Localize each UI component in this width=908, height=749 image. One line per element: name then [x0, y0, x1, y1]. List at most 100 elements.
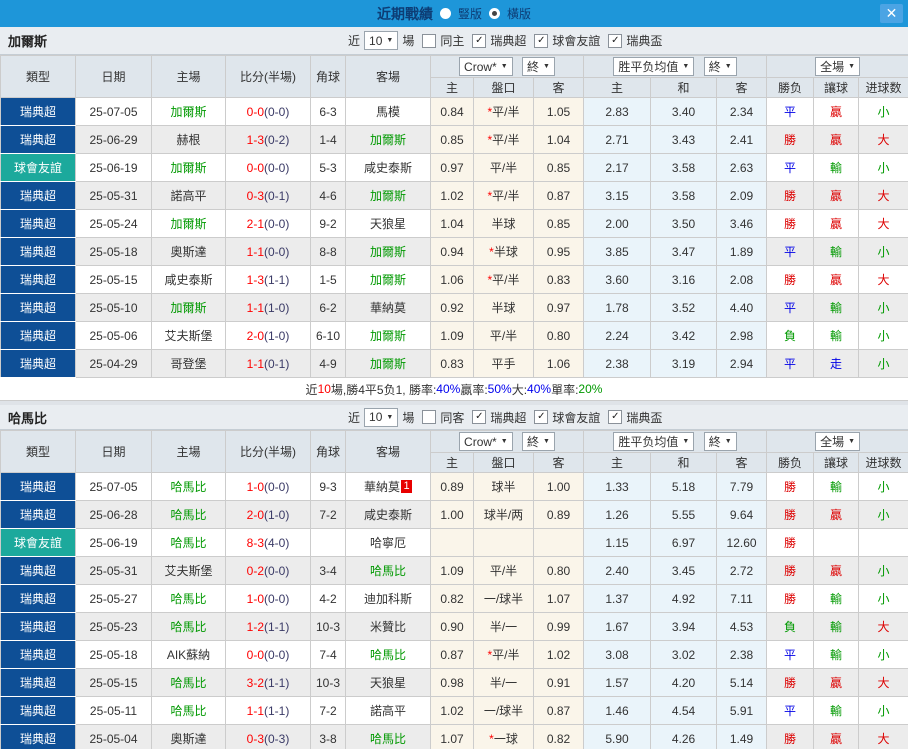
handicap-result-cell: 贏	[813, 668, 860, 697]
date-cell: 25-05-31	[75, 556, 152, 585]
avg-win-cell: 2.38	[583, 349, 652, 378]
odds-source-dropdown[interactable]: Crow* ▼	[459, 57, 513, 77]
avg-win-cell: 2.00	[583, 209, 652, 238]
handicap-value: 平/半	[489, 564, 518, 578]
match-count-value: 10	[369, 33, 383, 48]
scope-dropdown[interactable]: 全場 ▼	[815, 57, 861, 76]
goals-result-cell: 小	[858, 293, 908, 322]
odds-time-dropdown[interactable]: 終 ▼	[522, 56, 555, 76]
avg-lose-cell: 2.41	[716, 125, 768, 154]
same-venue-checkbox[interactable]	[422, 33, 437, 48]
halftime-score: (0-0)	[264, 563, 290, 578]
league-filter-checkbox[interactable]: ✓	[472, 33, 487, 48]
league-type-cell: 瑞典超	[0, 556, 76, 585]
col-date: 日期	[75, 55, 152, 98]
goals-result-cell-value: 大	[877, 676, 890, 690]
fulltime-score: 1-0	[246, 479, 264, 494]
result-cell: 勝	[766, 668, 815, 697]
result-cell: 負	[766, 321, 815, 350]
layout-horizontal-radio[interactable]	[489, 8, 500, 19]
col-score: 比分(半場)	[225, 430, 311, 473]
goals-result-cell: 大	[858, 612, 908, 641]
handicap-result-cell-value: 贏	[830, 189, 843, 203]
matches-table: 類型 日期 主場 比分(半場) 角球 客場 Crow* ▼ 終 ▼ 胜平负均值 ▼ 終…	[0, 430, 908, 749]
result-cell-value: 平	[784, 704, 797, 718]
match-count-select[interactable]: 10 ▼	[364, 31, 399, 50]
handicap-value: 平/半	[492, 648, 520, 662]
home-odds-cell: 0.82	[430, 584, 474, 613]
table-row: 瑞典超 25-05-10 加爾斯 1-1(1-0) 6-2 華納莫 0.92 半球 0.97 1.…	[0, 293, 908, 322]
table-row: 瑞典超 25-05-06 艾夫斯堡 2-0(1-0) 6-10 加爾斯 1.09 平/半 0.8…	[0, 321, 908, 350]
avg-win-cell: 1.15	[583, 528, 652, 557]
handicap-result-cell-value: 輸	[830, 592, 843, 606]
league-filter-checkbox[interactable]: ✓	[534, 33, 549, 48]
col-avg-win: 主	[583, 77, 652, 98]
score-cell: 1-3(1-1)	[225, 265, 311, 294]
home-team-name: 咸史泰斯	[164, 273, 213, 287]
scope-group-header: 全場 ▼	[766, 430, 908, 453]
col-odds-home: 主	[430, 77, 474, 98]
league-filter-checkbox[interactable]: ✓	[608, 410, 623, 424]
away-team-name: 米贊比	[369, 620, 406, 634]
odds-time-dropdown[interactable]: 終 ▼	[522, 431, 555, 451]
odds-source-dropdown[interactable]: Crow* ▼	[459, 432, 513, 452]
recent-label: 近	[348, 34, 361, 48]
scope-dropdown[interactable]: 全場 ▼	[815, 432, 861, 451]
layout-horizontal-label[interactable]: 橫版	[507, 5, 531, 22]
handicap-result-cell: 輸	[813, 696, 860, 725]
away-team-name: 迪加科斯	[363, 592, 412, 606]
date-cell: 25-05-06	[75, 321, 152, 350]
same-venue-checkbox[interactable]	[422, 410, 437, 424]
goals-result-cell-value: 大	[877, 273, 890, 287]
handicap-result-cell: 贏	[813, 181, 860, 210]
avg-draw-cell: 4.26	[650, 724, 718, 749]
away-team-name: 加爾斯	[369, 329, 406, 343]
avg-draw-cell: 3.19	[650, 349, 718, 378]
corners-cell: 4-6	[310, 181, 346, 210]
fulltime-score: 3-2	[246, 675, 264, 690]
home-odds-cell: 1.06	[430, 265, 474, 294]
league-type-cell: 瑞典超	[0, 724, 76, 749]
away-odds-cell: 0.97	[532, 293, 585, 322]
home-team-name: 哈馬比	[170, 620, 207, 634]
goals-result-cell-value: 大	[877, 732, 890, 746]
score-cell: 8-3(4-0)	[225, 528, 311, 557]
summary-segment: 近	[305, 382, 318, 397]
avg-type-value: 胜平负均值	[618, 60, 679, 74]
home-odds-cell: 0.98	[430, 668, 474, 697]
away-team-name: 哈馬比	[369, 648, 406, 662]
score-cell: 2-1(0-0)	[225, 209, 311, 238]
result-cell-value: 勝	[784, 592, 797, 606]
handicap-result-cell: 輸	[813, 640, 860, 669]
avg-type-dropdown[interactable]: 胜平负均值 ▼	[613, 432, 695, 451]
close-icon[interactable]: ✕	[880, 4, 903, 23]
home-team-name: 奧斯達	[170, 732, 207, 746]
home-team-cell: 哥登堡	[151, 349, 226, 378]
avg-win-cell: 5.90	[583, 724, 652, 749]
goals-result-cell: 小	[858, 500, 908, 529]
layout-vertical-label[interactable]: 豎版	[458, 5, 482, 22]
layout-vertical-radio[interactable]	[439, 8, 451, 19]
table-row: 瑞典超 25-05-15 咸史泰斯 1-3(1-1) 1-5 加爾斯 1.06 *平/半 0.8…	[0, 265, 908, 294]
away-odds-cell: 0.82	[532, 724, 585, 749]
away-team-cell: 哈寧厄	[345, 528, 431, 557]
goals-result-cell-value: 小	[877, 704, 890, 718]
match-count-select[interactable]: 10 ▼	[364, 407, 399, 427]
summary-segment: 場,勝4平5负1, 勝率:	[330, 382, 437, 397]
halftime-score: (1-1)	[264, 272, 290, 287]
handicap-cell: 一/球半	[473, 584, 534, 613]
summary-segment: 大:	[511, 382, 528, 397]
avg-time-dropdown[interactable]: 終 ▼	[703, 432, 737, 451]
home-team-cell: AIK蘇納	[151, 640, 226, 669]
odds-group-header: Crow* ▼ 終 ▼	[429, 430, 585, 453]
avg-type-dropdown[interactable]: 胜平负均值 ▼	[613, 57, 695, 76]
league-filter-checkbox[interactable]: ✓	[534, 410, 549, 424]
table-row: 瑞典超 25-05-24 加爾斯 2-1(0-0) 9-2 天狼星 1.04 半球 0.85 2.…	[0, 209, 908, 238]
away-team-cell: 加爾斯	[345, 181, 431, 210]
date-cell: 25-05-24	[75, 209, 152, 238]
league-filter-checkbox[interactable]: ✓	[472, 410, 487, 424]
handicap-result-cell-value: 贏	[830, 564, 843, 578]
avg-time-dropdown[interactable]: 終 ▼	[703, 57, 737, 76]
home-team-name: 艾夫斯堡	[164, 564, 213, 578]
league-filter-checkbox[interactable]: ✓	[608, 33, 623, 48]
